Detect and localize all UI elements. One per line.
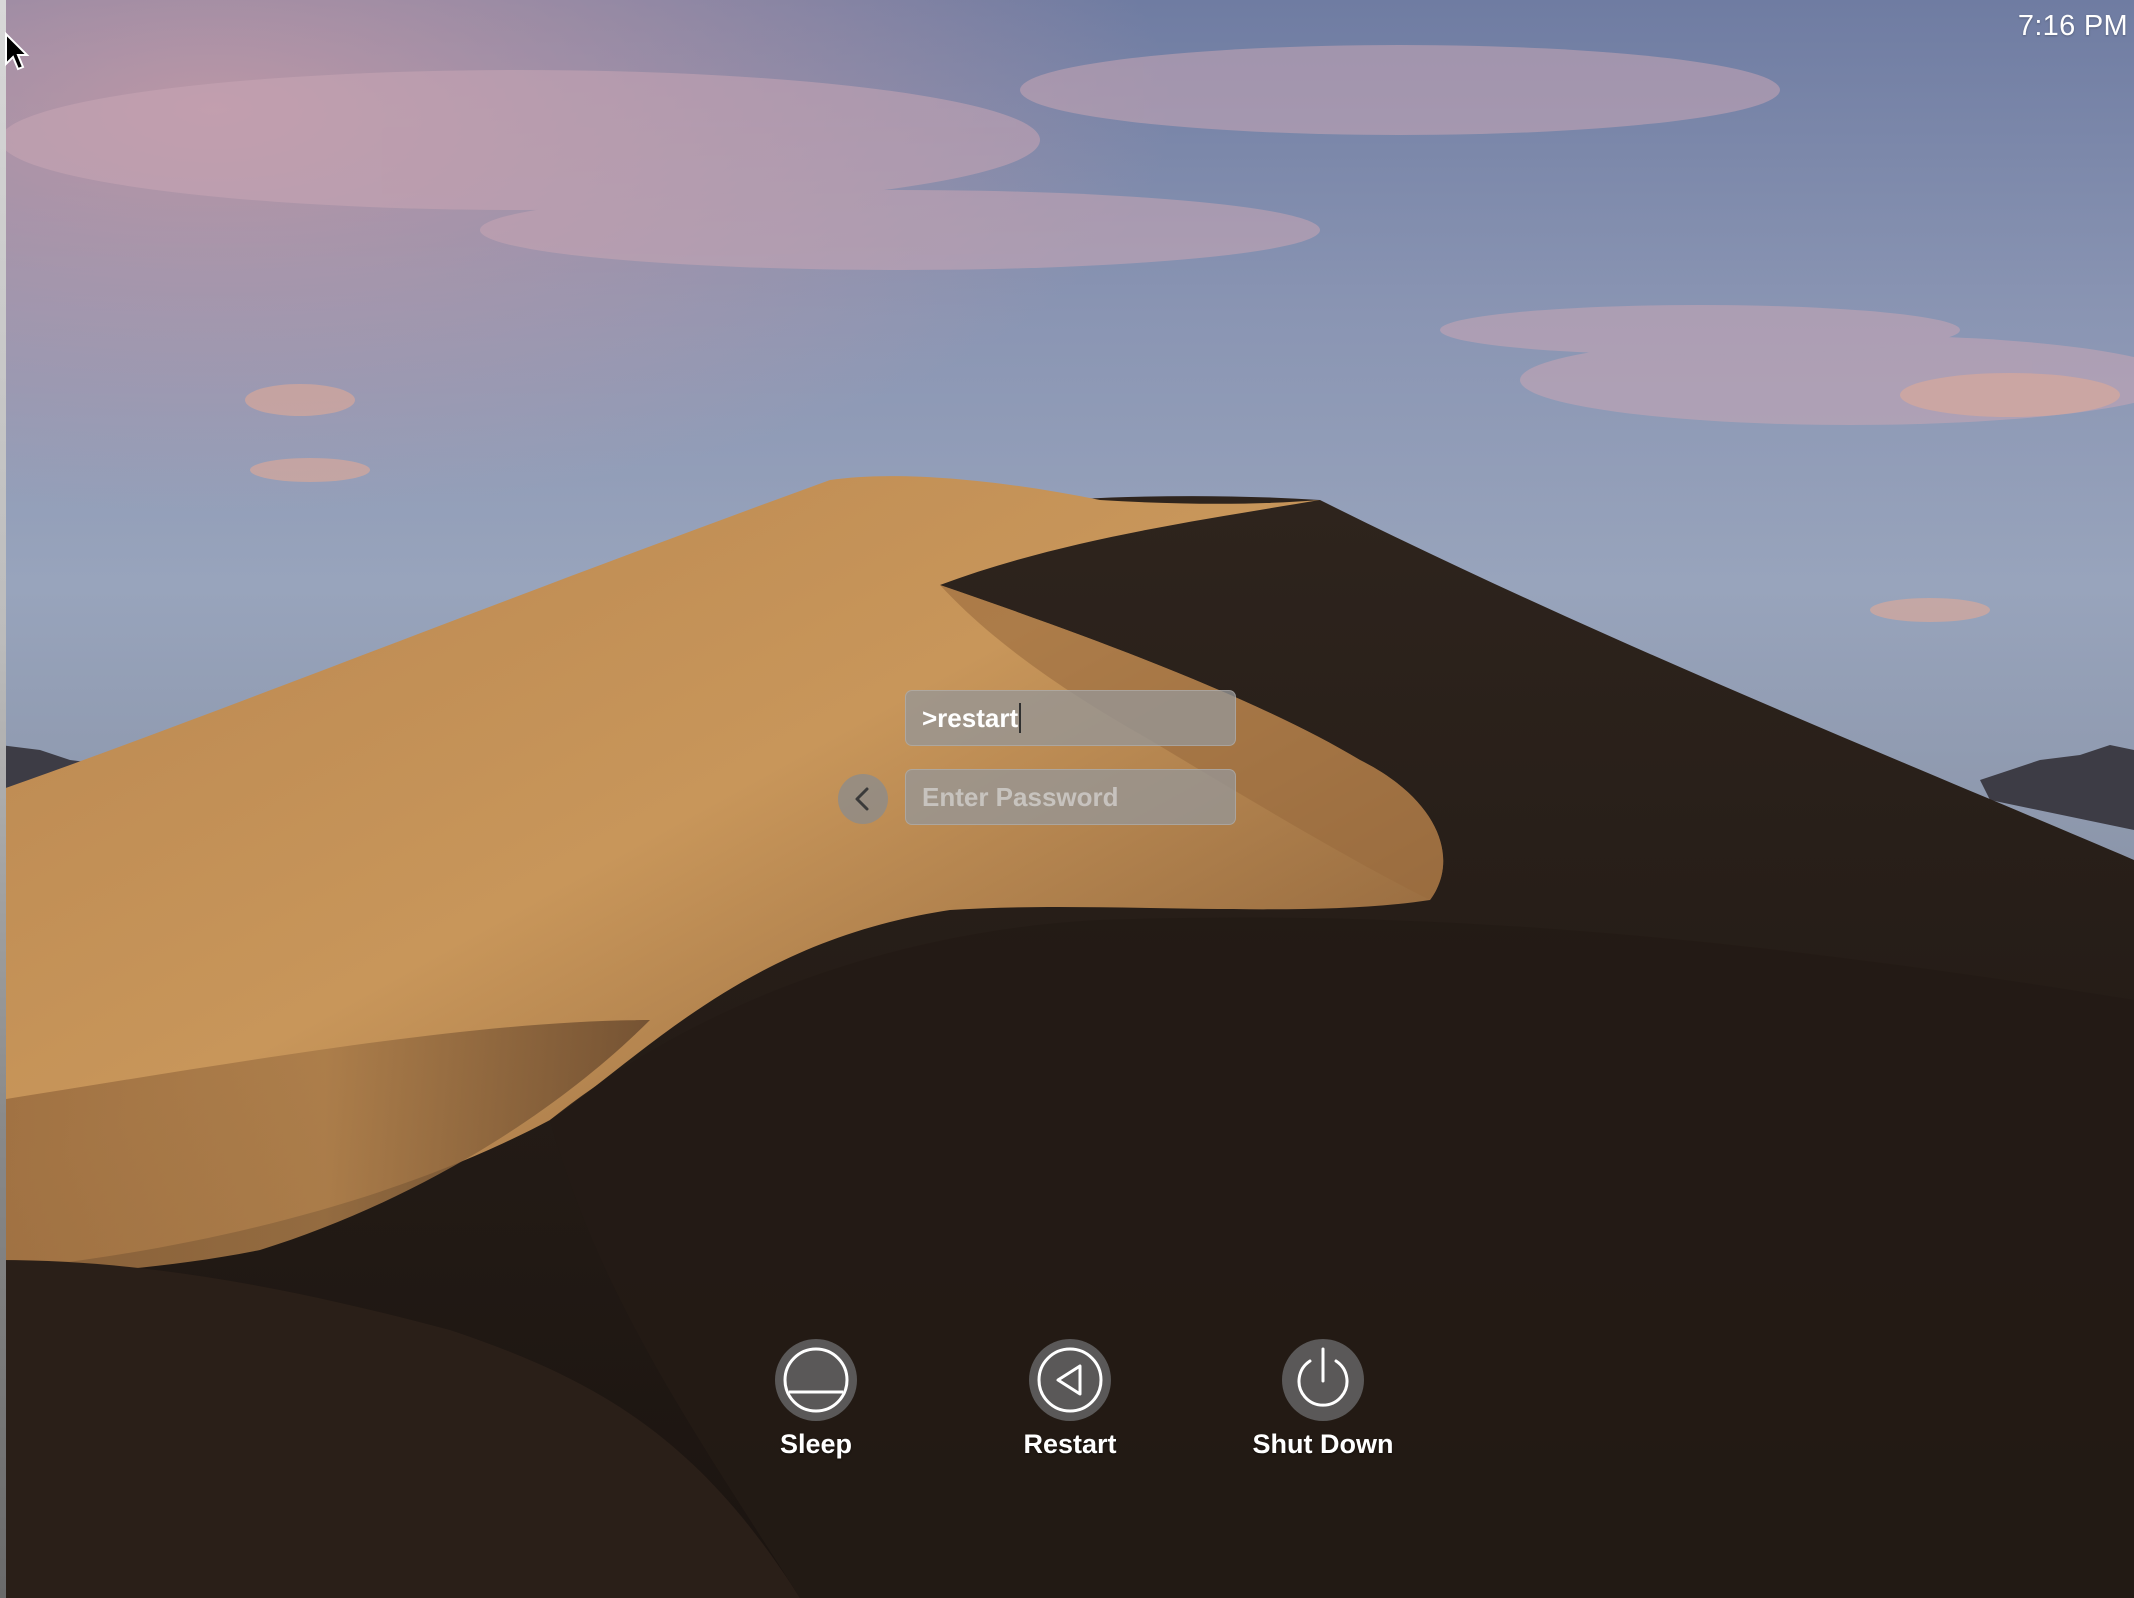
sleep-icon-circle[interactable] <box>775 1339 857 1421</box>
window-edge <box>0 0 6 1598</box>
password-placeholder: Enter Password <box>922 782 1119 812</box>
shutdown-button[interactable]: Shut Down <box>1223 1339 1423 1469</box>
power-icon <box>1297 1347 1349 1407</box>
username-value: >restart <box>922 703 1019 733</box>
restart-button[interactable]: Restart <box>970 1339 1170 1469</box>
mouse-cursor-icon <box>5 32 30 71</box>
username-field[interactable]: >restart <box>905 690 1236 746</box>
menubar-clock: 7:16 PM <box>2017 10 2128 42</box>
password-field[interactable]: Enter Password <box>905 769 1236 825</box>
back-button[interactable] <box>838 774 888 824</box>
restart-label: Restart <box>1023 1429 1117 1459</box>
restart-icon-circle[interactable] <box>1029 1339 1111 1421</box>
shutdown-label: Shut Down <box>1252 1429 1394 1459</box>
sleep-icon <box>783 1347 849 1413</box>
sleep-button[interactable]: Sleep <box>716 1339 916 1469</box>
chevron-left-icon <box>855 787 869 811</box>
login-screen: 7:16 PM >restart Enter Password Sleep Re… <box>0 0 2134 1598</box>
sleep-label: Sleep <box>779 1429 853 1459</box>
restart-icon <box>1037 1347 1103 1413</box>
power-icon-circle[interactable] <box>1282 1339 1364 1421</box>
text-caret <box>1019 703 1022 734</box>
